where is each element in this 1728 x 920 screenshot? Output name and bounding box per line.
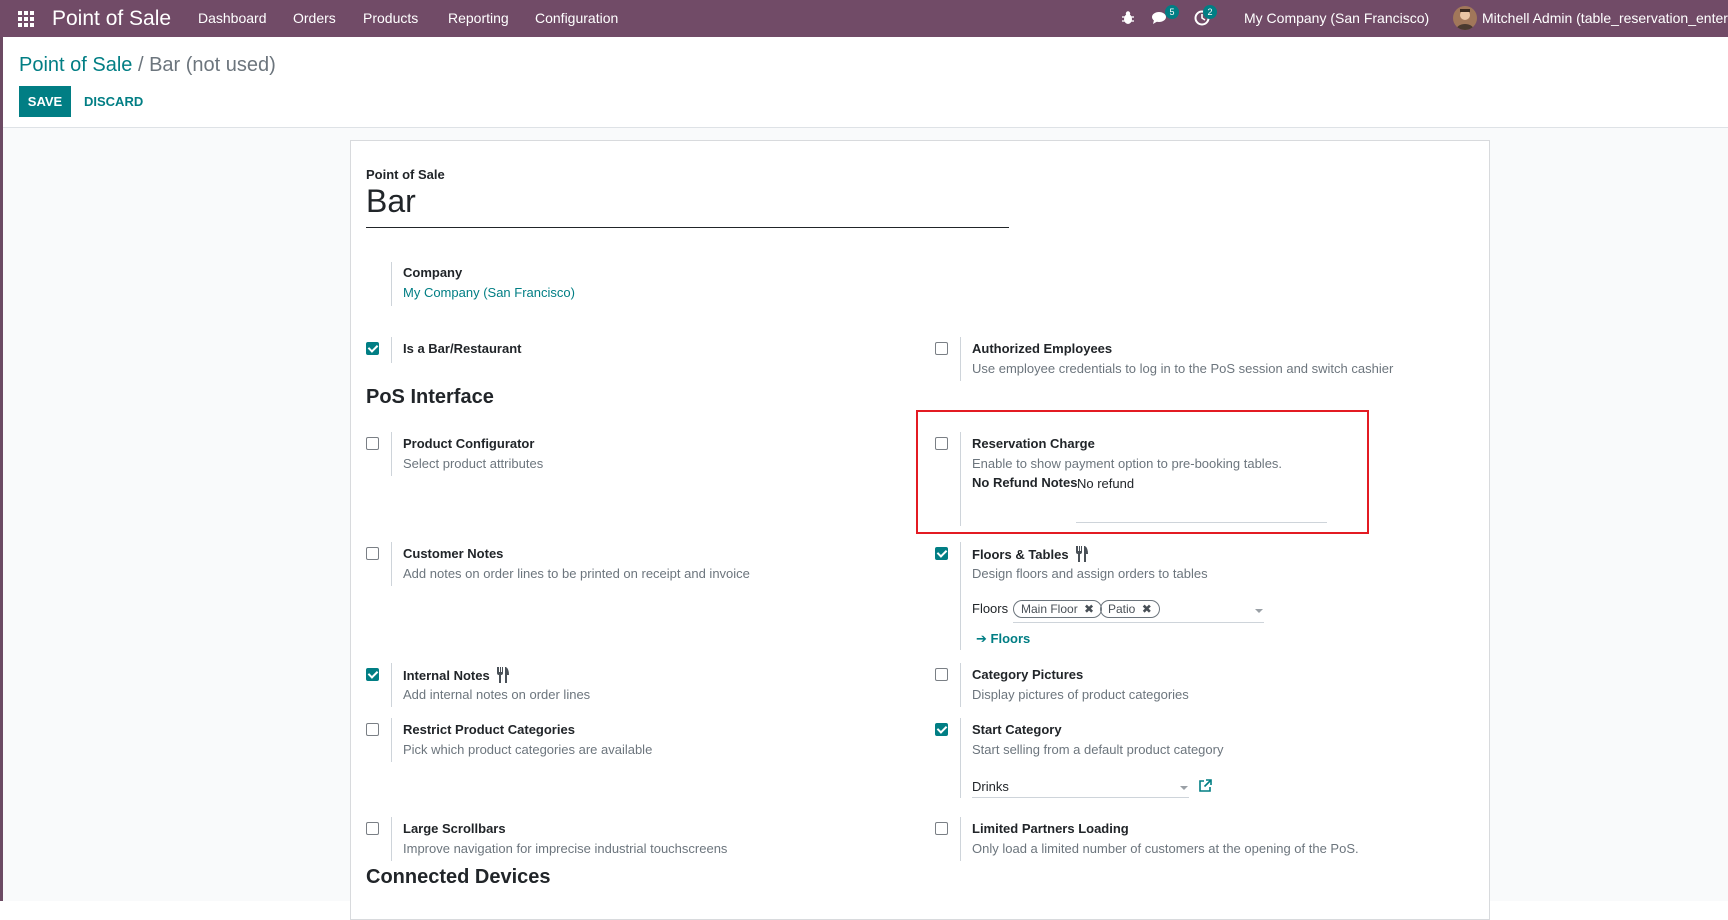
start-category-dropdown-caret-icon[interactable] xyxy=(1180,786,1188,790)
floors-field-underline xyxy=(1013,622,1264,623)
company-switcher[interactable]: My Company (San Francisco) xyxy=(1244,10,1429,26)
name-label: Point of Sale xyxy=(366,167,445,182)
category-pictures-checkbox[interactable] xyxy=(935,668,948,681)
setting-rule xyxy=(391,718,392,762)
floors-link-label: Floors xyxy=(990,631,1031,646)
debug-bug-icon[interactable] xyxy=(1119,9,1137,27)
highlight-annotation xyxy=(916,410,1369,534)
top-navbar: Point of Sale Dashboard Orders Products … xyxy=(0,0,1728,37)
breadcrumb-parent[interactable]: Point of Sale xyxy=(19,54,132,76)
external-link-icon[interactable] xyxy=(1198,778,1213,793)
floors-dropdown-caret-icon[interactable] xyxy=(1255,609,1263,613)
authorized-employees-label: Authorized Employees xyxy=(972,341,1113,356)
menu-products[interactable]: Products xyxy=(363,10,418,26)
remove-tag-icon[interactable]: ✖ xyxy=(1084,602,1094,616)
setting-rule xyxy=(391,542,392,586)
menu-orders[interactable]: Orders xyxy=(293,10,336,26)
start-category-desc: Start selling from a default product cat… xyxy=(972,742,1224,757)
restrict-categories-checkbox[interactable] xyxy=(366,723,379,736)
connected-devices-heading: Connected Devices xyxy=(366,866,551,888)
user-menu[interactable]: Mitchell Admin (table_reservation_enterp… xyxy=(1482,10,1728,26)
start-category-select[interactable]: Drinks xyxy=(972,779,1009,794)
floors-tables-label: Floors & Tables xyxy=(972,546,1089,562)
messages-badge: 5 xyxy=(1165,5,1179,19)
breadcrumb-separator: / xyxy=(132,54,150,76)
setting-rule xyxy=(960,663,961,707)
large-scrollbars-checkbox[interactable] xyxy=(366,822,379,835)
breadcrumb: Point of Sale / Bar (not used) xyxy=(19,54,276,77)
setting-rule xyxy=(391,663,392,707)
floor-tag-patio[interactable]: Patio ✖ xyxy=(1100,600,1160,618)
company-field[interactable]: My Company (San Francisco) xyxy=(403,285,575,300)
setting-rule xyxy=(960,542,961,650)
breadcrumb-current: Bar (not used) xyxy=(149,54,276,76)
name-input[interactable]: Bar xyxy=(366,183,1009,228)
menu-dashboard[interactable]: Dashboard xyxy=(198,10,267,26)
floors-field-label: Floors xyxy=(972,601,1009,616)
is-bar-label: Is a Bar/Restaurant xyxy=(403,341,522,356)
customer-notes-desc: Add notes on order lines to be printed o… xyxy=(403,566,750,581)
restrict-categories-desc: Pick which product categories are availa… xyxy=(403,742,653,757)
internal-notes-text: Internal Notes xyxy=(403,668,490,683)
arrow-right-icon: ➔ xyxy=(976,631,987,646)
start-category-checkbox[interactable] xyxy=(935,723,948,736)
remove-tag-icon[interactable]: ✖ xyxy=(1142,602,1152,616)
category-pictures-label: Category Pictures xyxy=(972,667,1084,682)
internal-notes-label: Internal Notes xyxy=(403,667,510,683)
app-title[interactable]: Point of Sale xyxy=(52,7,171,31)
start-category-underline xyxy=(972,797,1189,798)
internal-notes-checkbox[interactable] xyxy=(366,668,379,681)
floors-link-button[interactable]: ➔ Floors xyxy=(976,631,1030,647)
setting-rule xyxy=(391,817,392,861)
limited-partners-checkbox[interactable] xyxy=(935,822,948,835)
is-bar-checkbox[interactable] xyxy=(366,342,379,355)
category-pictures-desc: Display pictures of product categories xyxy=(972,687,1189,702)
restaurant-cutlery-icon xyxy=(1076,546,1089,562)
product-configurator-desc: Select product attributes xyxy=(403,456,544,471)
user-avatar[interactable] xyxy=(1453,6,1477,30)
floor-tag-main[interactable]: Main Floor ✖ xyxy=(1013,600,1103,618)
internal-notes-desc: Add internal notes on order lines xyxy=(403,687,591,702)
start-category-label: Start Category xyxy=(972,722,1062,737)
floors-tables-text: Floors & Tables xyxy=(972,547,1069,562)
authorized-employees-checkbox[interactable] xyxy=(935,342,948,355)
restaurant-cutlery-icon xyxy=(497,667,510,683)
product-configurator-label: Product Configurator xyxy=(403,436,535,451)
product-configurator-checkbox[interactable] xyxy=(366,437,379,450)
customer-notes-label: Customer Notes xyxy=(403,546,504,561)
company-rule xyxy=(391,262,392,306)
floors-tables-checkbox[interactable] xyxy=(935,547,948,560)
activities-badge: 2 xyxy=(1203,5,1217,19)
apps-grid-icon[interactable] xyxy=(18,11,36,27)
restrict-categories-label: Restrict Product Categories xyxy=(403,722,575,737)
pos-interface-heading: PoS Interface xyxy=(366,386,494,408)
floor-tag-patio-text: Patio xyxy=(1108,602,1136,616)
setting-rule xyxy=(960,337,961,381)
large-scrollbars-label: Large Scrollbars xyxy=(403,821,506,836)
menu-configuration[interactable]: Configuration xyxy=(535,10,618,26)
customer-notes-checkbox[interactable] xyxy=(366,547,379,560)
floor-tag-main-text: Main Floor xyxy=(1021,602,1078,616)
setting-rule xyxy=(960,817,961,861)
setting-rule xyxy=(960,718,961,798)
large-scrollbars-desc: Improve navigation for imprecise industr… xyxy=(403,841,728,856)
limited-partners-label: Limited Partners Loading xyxy=(972,821,1129,836)
limited-partners-desc: Only load a limited number of customers … xyxy=(972,841,1359,856)
setting-rule xyxy=(391,432,392,476)
discard-button[interactable]: DISCARD xyxy=(84,86,143,117)
company-label: Company xyxy=(403,265,463,280)
authorized-employees-desc: Use employee credentials to log in to th… xyxy=(972,361,1394,376)
menu-reporting[interactable]: Reporting xyxy=(448,10,509,26)
save-button[interactable]: SAVE xyxy=(19,86,71,117)
floors-tables-desc: Design floors and assign orders to table… xyxy=(972,566,1208,581)
setting-rule xyxy=(391,337,392,363)
